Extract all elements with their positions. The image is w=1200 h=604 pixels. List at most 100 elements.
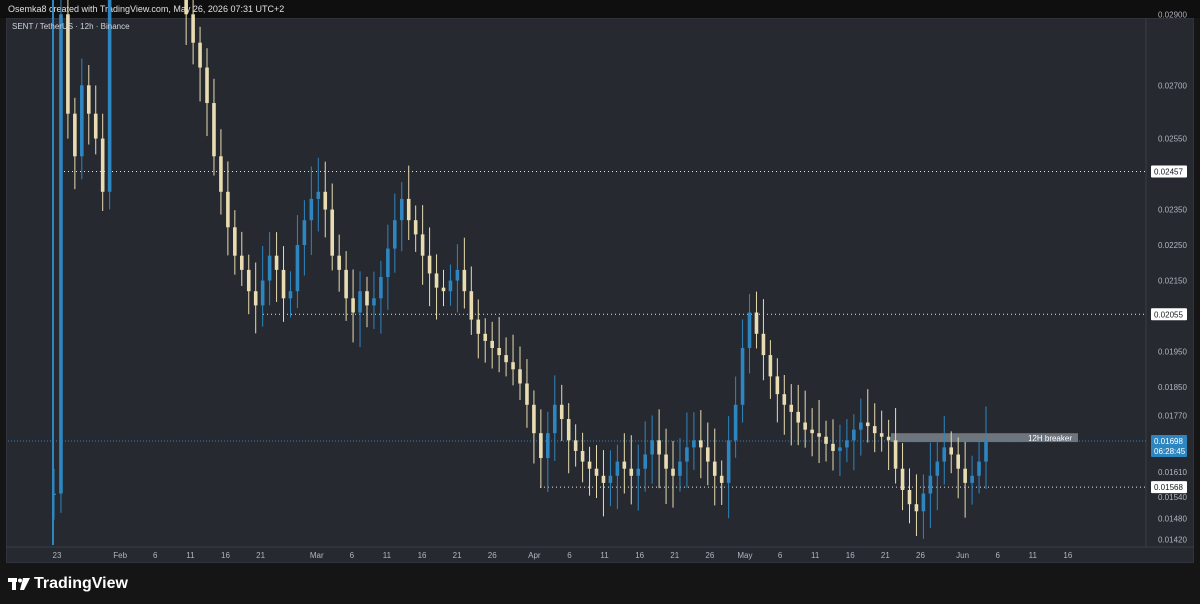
candle-body — [705, 447, 710, 462]
candle-body — [295, 245, 300, 292]
candle-body — [817, 433, 821, 437]
candle-body — [970, 475, 974, 483]
price-tick-label: 0.01480 — [1158, 514, 1187, 523]
time-tick-label: 11 — [1029, 551, 1038, 560]
level-price-label: 0.02055 — [1154, 310, 1183, 319]
price-tick-label: 0.01950 — [1158, 348, 1187, 357]
current-price-label: 0.01698 — [1154, 437, 1183, 446]
candle-body — [859, 422, 863, 430]
breaker-zone-label: 12H breaker — [1028, 434, 1072, 443]
time-tick-label: 21 — [881, 551, 890, 560]
symbol-label: SENT / TetherUS · 12h · Binance — [12, 22, 130, 31]
candle-body — [754, 312, 759, 334]
candle-body — [768, 355, 773, 377]
time-tick-label: Apr — [528, 551, 541, 560]
candle-body — [337, 255, 341, 270]
candle-body — [942, 447, 947, 462]
candle-body — [719, 475, 724, 483]
candle-body — [636, 468, 641, 476]
time-tick-label: 16 — [635, 551, 644, 560]
time-tick-label: 6 — [153, 551, 158, 560]
price-tick-label: 0.02700 — [1158, 81, 1187, 90]
candle-body — [525, 383, 529, 405]
candle-body — [532, 404, 536, 434]
candle-body — [573, 440, 578, 451]
candle-body — [664, 454, 668, 469]
chart-svg[interactable]: 0.039000.037000.035000.033000.031000.029… — [0, 0, 1200, 604]
candle-body — [546, 433, 550, 459]
candle-body — [629, 468, 634, 476]
candle-body — [406, 198, 411, 221]
candle-body — [462, 269, 467, 292]
candle-body — [441, 287, 446, 292]
candle-body — [984, 440, 988, 462]
candle-body — [274, 255, 279, 270]
candle-body — [344, 269, 348, 299]
candle-body — [100, 138, 105, 192]
time-tick-label: 6 — [350, 551, 355, 560]
price-tick-label: 0.01770 — [1158, 411, 1187, 420]
candle-body — [434, 273, 439, 288]
candle-body — [852, 429, 856, 441]
candle-body — [872, 426, 877, 434]
candle-body — [740, 347, 745, 405]
candle-body — [893, 440, 898, 469]
candle-body — [212, 103, 216, 157]
candle-body — [761, 333, 766, 356]
candle-body — [469, 291, 474, 320]
candle-body — [622, 461, 627, 469]
candle-body — [678, 461, 682, 476]
candle-body — [608, 475, 613, 483]
candle-body — [775, 376, 780, 395]
candle-body — [260, 280, 265, 306]
candle-body — [587, 461, 592, 469]
candle-body — [824, 436, 828, 444]
candle-body — [671, 468, 675, 476]
candle-body — [455, 269, 460, 281]
time-tick-label: Jun — [956, 551, 969, 560]
time-tick-label: 11 — [383, 551, 392, 560]
candle-body — [253, 291, 258, 306]
candle-body — [393, 220, 397, 249]
candle-body — [497, 347, 501, 356]
time-tick-label: 26 — [488, 551, 497, 560]
price-tick-label: 0.02150 — [1158, 277, 1187, 286]
candle-body — [692, 440, 696, 448]
level-price-label: 0.02457 — [1154, 168, 1183, 177]
time-tick-label: 11 — [186, 551, 195, 560]
candle-body — [358, 291, 362, 313]
candle-body — [559, 404, 564, 419]
candle-body — [427, 255, 432, 274]
candle-body — [420, 234, 425, 256]
candle-body — [879, 433, 884, 437]
candle-body — [233, 227, 237, 256]
candle-body — [810, 429, 814, 434]
countdown-label: 06:28:45 — [1154, 447, 1186, 456]
candle-body — [59, 14, 63, 494]
time-tick-label: 6 — [567, 551, 572, 560]
price-tick-label: 0.02900 — [1158, 10, 1187, 19]
candle-body — [267, 255, 272, 281]
candle-body — [552, 404, 557, 434]
candle-body — [789, 404, 794, 412]
candle-body — [949, 447, 954, 455]
level-price-label: 0.01568 — [1154, 483, 1183, 492]
price-tick-label: 0.02250 — [1158, 241, 1187, 250]
tradingview-logo[interactable]: TradingView — [8, 575, 128, 593]
candle-body — [907, 489, 912, 505]
time-tick-label: 11 — [811, 551, 820, 560]
candle-body — [921, 493, 926, 512]
time-tick-label: 26 — [916, 551, 925, 560]
candle-body — [184, 0, 188, 15]
time-tick-label: Feb — [113, 551, 127, 560]
price-tick-label: 0.01540 — [1158, 493, 1187, 502]
candle-body — [86, 85, 91, 114]
candle-body — [288, 291, 293, 299]
time-tick-label: 16 — [1063, 551, 1072, 560]
candle-body — [747, 312, 752, 348]
candle-body — [935, 461, 940, 476]
candle-body — [511, 362, 515, 370]
candle-body — [504, 355, 508, 363]
candle-body — [900, 468, 905, 490]
price-tick-label: 0.01420 — [1158, 536, 1187, 545]
